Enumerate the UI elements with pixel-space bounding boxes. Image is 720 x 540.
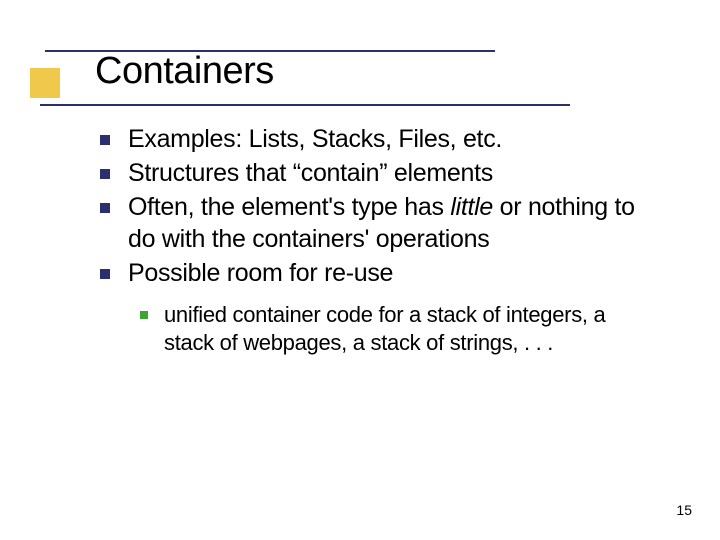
sub-bullet-text: unified container code for a stack of in… (164, 301, 660, 357)
bullet-text: Often, the element's type has little or … (128, 191, 660, 255)
title-area: Containers (0, 0, 720, 93)
bullet-icon (100, 135, 110, 145)
bullet-text: Examples: Lists, Stacks, Files, etc. (128, 123, 502, 155)
page-number: 15 (676, 502, 692, 518)
bullet-text: Structures that “contain” elements (128, 157, 493, 189)
bullet-icon (100, 203, 110, 213)
bullet-text: Possible room for re-use (128, 257, 393, 289)
bullet-icon (100, 169, 110, 179)
sub-bullet-icon (140, 311, 148, 319)
title-accent-square (30, 68, 60, 98)
bullet-icon (100, 269, 110, 279)
bullet-text-pre: Often, the element's type has (128, 193, 450, 221)
slide-content: Examples: Lists, Stacks, Files, etc. Str… (0, 93, 720, 357)
bullet-text-italic: little (450, 193, 493, 221)
sub-bullet-list: unified container code for a stack of in… (140, 301, 660, 357)
list-item: Structures that “contain” elements (100, 157, 660, 189)
main-bullet-list: Examples: Lists, Stacks, Files, etc. Str… (100, 123, 660, 289)
list-item: Examples: Lists, Stacks, Files, etc. (100, 123, 660, 155)
slide-title: Containers (95, 50, 720, 93)
title-rule-bottom (40, 104, 570, 106)
sub-list-item: unified container code for a stack of in… (140, 301, 660, 357)
list-item: Possible room for re-use (100, 257, 660, 289)
list-item: Often, the element's type has little or … (100, 191, 660, 255)
